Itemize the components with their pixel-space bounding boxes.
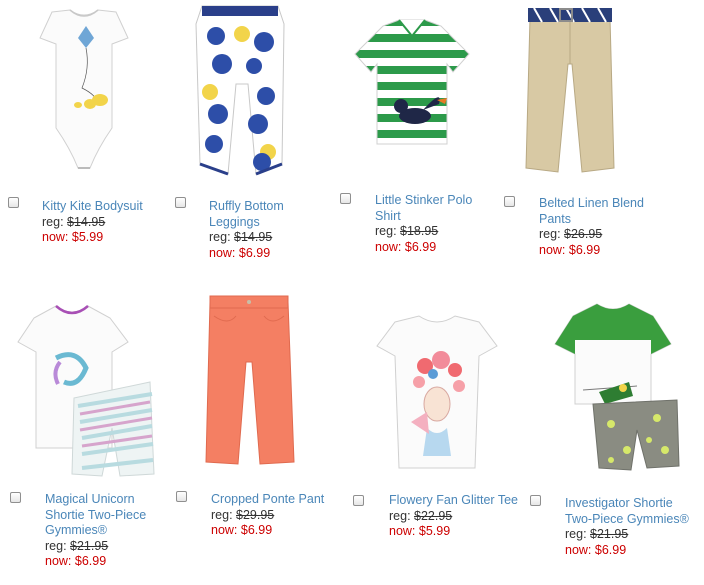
product-image-linen-pants[interactable] [520, 4, 620, 176]
product-name-link[interactable]: Ruffly Bottom Leggings [209, 199, 329, 230]
product-info: Investigator Shortie Two-Piece Gymmies® … [565, 496, 701, 558]
product-name-link[interactable]: Kitty Kite Bodysuit [42, 199, 167, 215]
product-image-polo[interactable] [353, 18, 471, 148]
product-image-investigator-gymmies[interactable] [553, 300, 681, 472]
product-image-bodysuit[interactable] [38, 8, 130, 176]
product-checkbox[interactable] [176, 491, 187, 502]
product-checkbox[interactable] [504, 196, 515, 207]
regular-price: reg: $14.95 [42, 214, 106, 229]
sale-price: now: $5.99 [389, 524, 451, 538]
product-checkbox[interactable] [175, 197, 186, 208]
product-info: Cropped Ponte Pant reg: $29.95 now: $6.9… [211, 492, 345, 539]
product-name-link[interactable]: Belted Linen Blend Pants [539, 196, 664, 227]
regular-price: reg: $29.95 [211, 507, 275, 522]
product-info: Flowery Fan Glitter Tee reg: $22.95 now:… [389, 493, 521, 540]
product-name-link[interactable]: Investigator Shortie Two-Piece Gymmies® [565, 496, 701, 527]
product-card: Belted Linen Blend Pants reg: $26.95 now… [500, 0, 704, 260]
product-name-link[interactable]: Flowery Fan Glitter Tee [389, 493, 521, 509]
product-checkbox[interactable] [340, 193, 351, 204]
product-card: Kitty Kite Bodysuit reg: $14.95 now: $5.… [0, 0, 170, 260]
product-name-link[interactable]: Cropped Ponte Pant [211, 492, 345, 508]
product-name-link[interactable]: Magical Unicorn Shortie Two-Piece Gymmie… [45, 492, 170, 539]
product-card: Investigator Shortie Two-Piece Gymmies® … [525, 290, 704, 585]
product-info: Kitty Kite Bodysuit reg: $14.95 now: $5.… [42, 199, 167, 246]
sale-price: now: $6.99 [45, 554, 107, 568]
product-info: Little Stinker Polo Shirt reg: $18.95 no… [375, 193, 497, 255]
regular-price: reg: $22.95 [389, 508, 453, 523]
product-card: Cropped Ponte Pant reg: $29.95 now: $6.9… [170, 290, 345, 585]
product-checkbox[interactable] [530, 495, 541, 506]
sale-price: now: $6.99 [211, 523, 273, 537]
regular-price: reg: $14.95 [209, 230, 273, 244]
product-checkbox[interactable] [8, 197, 19, 208]
product-card: Flowery Fan Glitter Tee reg: $22.95 now:… [345, 290, 525, 585]
product-image-unicorn-gymmies[interactable] [16, 298, 156, 478]
regular-price: reg: $18.95 [375, 224, 439, 238]
sale-price: now: $6.99 [375, 239, 437, 254]
sale-price: now: $6.99 [209, 245, 271, 260]
regular-price: reg: $21.95 [565, 527, 629, 541]
product-card: Little Stinker Polo Shirt reg: $18.95 no… [335, 0, 500, 260]
product-checkbox[interactable] [10, 492, 21, 503]
sale-price: now: $6.99 [565, 542, 627, 557]
product-info: Magical Unicorn Shortie Two-Piece Gymmie… [45, 492, 170, 570]
product-image-glitter-tee[interactable] [375, 312, 499, 472]
regular-price: reg: $26.95 [539, 227, 603, 241]
product-image-leggings[interactable] [192, 4, 288, 178]
sale-price: now: $6.99 [539, 242, 601, 257]
product-info: Ruffly Bottom Leggings reg: $14.95 now: … [209, 199, 329, 261]
product-name-link[interactable]: Little Stinker Polo Shirt [375, 193, 497, 224]
product-card: Magical Unicorn Shortie Two-Piece Gymmie… [0, 290, 170, 585]
regular-price: reg: $21.95 [45, 538, 109, 553]
product-card: Ruffly Bottom Leggings reg: $14.95 now: … [170, 0, 335, 260]
sale-price: now: $5.99 [42, 230, 104, 244]
product-info: Belted Linen Blend Pants reg: $26.95 now… [539, 196, 664, 258]
product-checkbox[interactable] [353, 495, 364, 506]
product-image-ponte-pant[interactable] [202, 292, 298, 468]
